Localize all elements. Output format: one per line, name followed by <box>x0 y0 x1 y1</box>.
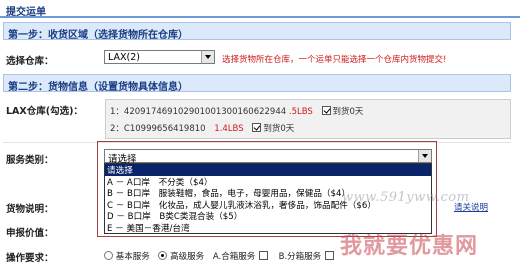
warehouse-hint: 选择货物所在仓库，一个运单只能选择一个仓库内货物提交! <box>222 55 447 65</box>
watermark-url: www.591yww.com <box>342 190 470 205</box>
operation-options: 基本服务 高级服务 A.合箱服务 B.分箱服务 <box>104 250 342 262</box>
merge-box-checkbox[interactable] <box>258 251 268 260</box>
step2-section-header: 第二步：货物信息（设置货物具体信息） <box>3 74 511 93</box>
goods-description-label: 货物说明： <box>6 204 54 215</box>
service-option[interactable]: 请选择 <box>105 164 431 176</box>
merge-box-label: A.合箱服务 <box>212 252 256 262</box>
warehouse-select-value: LAX(2) <box>108 52 140 63</box>
package-stock-days: 到货0天 <box>332 107 364 117</box>
chevron-down-icon[interactable] <box>418 150 431 162</box>
advanced-service-radio[interactable] <box>158 251 168 260</box>
package-tracking-number: 420917469102901001300160622944 <box>123 107 287 117</box>
service-option[interactable]: A － A口岸 不分类（$4） <box>105 176 431 188</box>
package-checkbox[interactable] <box>321 106 331 115</box>
package-index: 2： <box>110 124 124 134</box>
advanced-service-label: 高级服务 <box>170 252 205 262</box>
package-stock-days: 到货0天 <box>263 124 295 134</box>
package-checkbox[interactable] <box>252 123 262 132</box>
step1-title: 第一步：收货区域（选择货物所在仓库） <box>8 30 188 41</box>
warehouse-label: 选择仓库： <box>6 56 54 67</box>
step2-title: 第二步：货物信息（设置货物具体信息） <box>8 82 188 93</box>
package-list: 1：420917469102901001300160622944 .5LBS 到… <box>105 99 511 139</box>
operation-requirements-label: 操作要求： <box>6 253 54 264</box>
service-type-label: 服务类别： <box>6 155 54 166</box>
service-option[interactable]: D － B口岸 B类C类混合装（$5） <box>105 210 431 222</box>
lax-warehouse-label: LAX仓库(勾选)： <box>6 106 83 117</box>
service-type-select[interactable]: 请选择 <box>104 149 432 165</box>
step1-section-header: 第一步：收货区域（选择货物所在仓库） <box>3 22 511 41</box>
split-box-label: B.分箱服务 <box>278 252 322 262</box>
chevron-down-icon[interactable] <box>201 51 214 63</box>
package-row: 2：C10999656419810 1.4LBS 到货0天 <box>110 122 294 134</box>
declared-value-label: 申报价值： <box>6 228 54 239</box>
basic-service-radio[interactable] <box>104 251 113 260</box>
watermark-logo: 我就要优惠网 <box>340 234 479 259</box>
package-tracking-number: C10999656419810 <box>123 124 206 134</box>
warehouse-select[interactable]: LAX(2) <box>104 50 215 64</box>
package-index: 1： <box>110 107 124 117</box>
basic-service-label: 基本服务 <box>115 252 150 262</box>
package-weight: .5LBS <box>288 107 313 117</box>
package-row: 1：420917469102901001300160622944 .5LBS 到… <box>110 105 363 117</box>
package-weight: 1.4LBS <box>214 124 244 134</box>
split-box-checkbox[interactable] <box>324 251 334 260</box>
header-divider <box>0 16 520 18</box>
